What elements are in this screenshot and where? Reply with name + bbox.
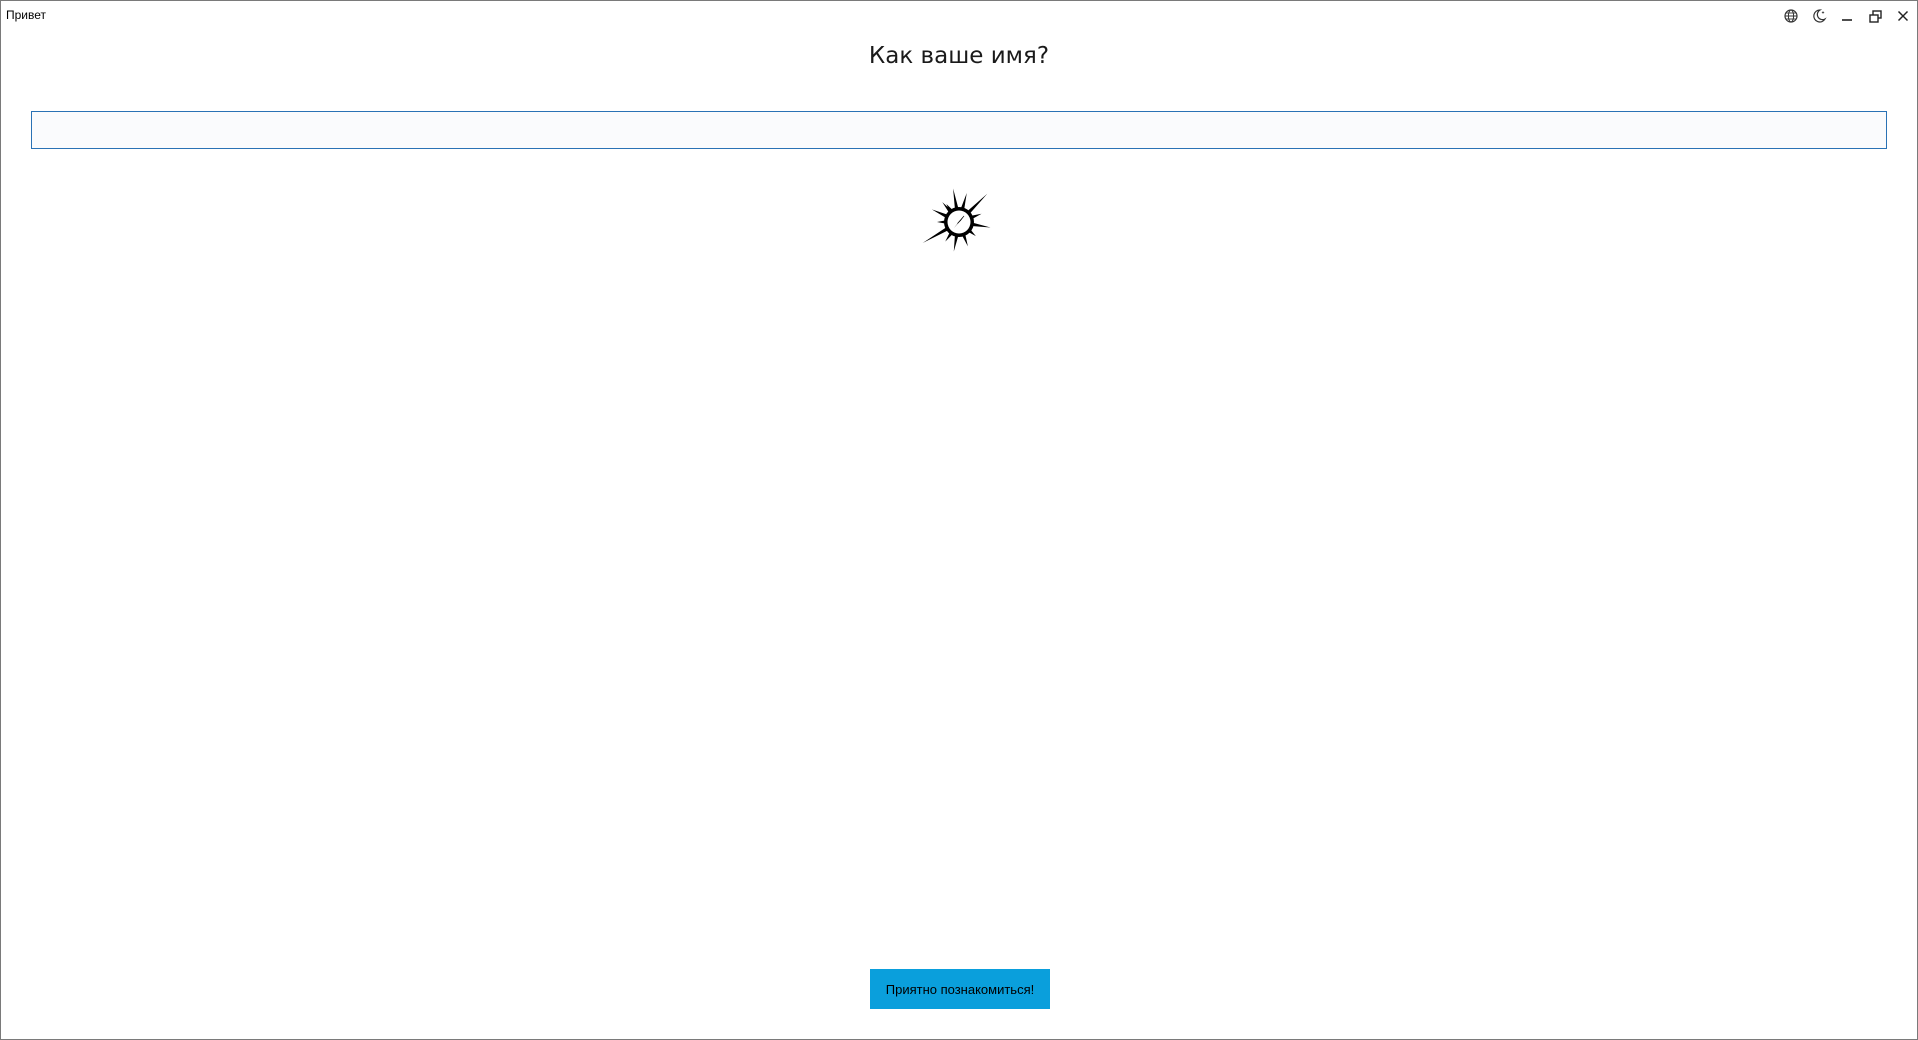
close-icon[interactable] <box>1889 1 1917 31</box>
window-title: Привет <box>6 8 47 22</box>
title-bar: Привет <box>1 1 1917 31</box>
page-title: Как ваше имя? <box>868 43 1050 69</box>
globe-icon[interactable] <box>1777 1 1805 31</box>
title-controls <box>1777 1 1917 31</box>
minimize-icon[interactable] <box>1833 1 1861 31</box>
name-input[interactable] <box>31 111 1887 149</box>
nice-to-meet-you-button[interactable]: Приятно познакомиться! <box>870 969 1050 1009</box>
spiky-sun-compass-logo-icon <box>922 188 991 252</box>
app-window: Привет Как ваше имя? Приятно познакомить… <box>0 0 1918 1040</box>
moon-icon[interactable] <box>1805 1 1833 31</box>
restore-icon[interactable] <box>1861 1 1889 31</box>
